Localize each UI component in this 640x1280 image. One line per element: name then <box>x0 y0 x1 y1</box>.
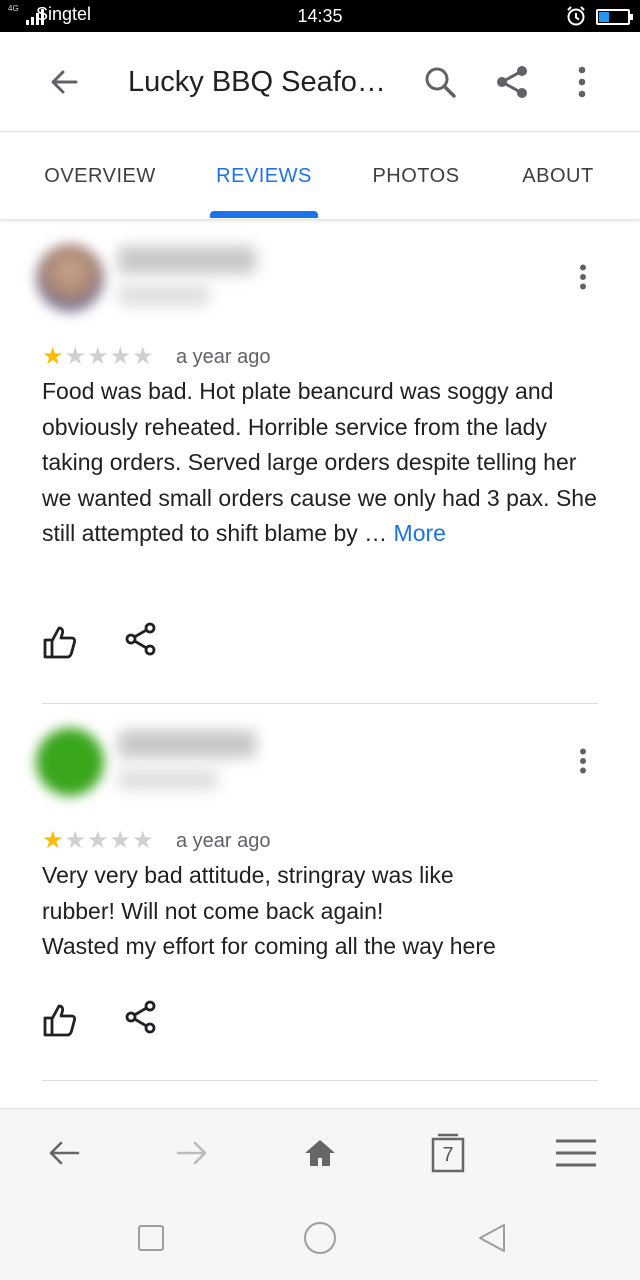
review-body: Food was bad. Hot plate beancurd was sog… <box>42 378 597 546</box>
more-vert-icon[interactable] <box>568 262 598 292</box>
back-arrow-icon[interactable] <box>42 60 86 104</box>
browser-toolbar: 7 <box>0 1108 640 1196</box>
star-icon: ★ <box>87 343 109 370</box>
star-icon: ★ <box>109 343 132 370</box>
more-vert-icon[interactable] <box>568 746 598 776</box>
tab-reviews[interactable]: REVIEWS <box>210 133 318 219</box>
status-time: 14:35 <box>297 6 343 26</box>
share-icon[interactable] <box>490 60 534 104</box>
reviewer-meta <box>118 768 218 790</box>
tab-count: 7 <box>442 1144 454 1166</box>
active-tab-indicator <box>210 211 318 218</box>
share-icon[interactable] <box>124 622 160 658</box>
thumbs-up-icon[interactable] <box>42 1002 78 1038</box>
app-bar: Lucky BBQ Seafo… <box>0 32 640 132</box>
tab-bar: OVERVIEW REVIEWS PHOTOS ABOUT <box>0 133 640 219</box>
reviewer-meta <box>118 284 210 306</box>
star-icon: ★ <box>64 343 87 370</box>
page-title: Lucky BBQ Seafo… <box>128 66 386 98</box>
star-icon: ★ <box>42 343 64 370</box>
tab-about[interactable]: ABOUT <box>508 133 608 219</box>
review-card: ★ ★ ★ ★ ★ a year ago Very very bad attitude,… <box>0 704 640 1082</box>
reviewer-name[interactable] <box>118 730 256 758</box>
review-time: a year ago <box>176 346 271 368</box>
star-icon: ★ <box>42 827 64 854</box>
star-icon: ★ <box>132 827 154 854</box>
avatar[interactable] <box>36 244 104 312</box>
back-arrow-icon[interactable] <box>42 1131 86 1175</box>
status-bar: 4G Singtel 14:35 <box>0 0 640 32</box>
battery-level <box>599 12 609 22</box>
more-vert-icon[interactable] <box>560 60 604 104</box>
menu-icon[interactable] <box>554 1131 598 1175</box>
divider <box>42 1080 598 1081</box>
battery-icon <box>596 9 633 25</box>
forward-arrow-icon[interactable] <box>170 1131 214 1175</box>
search-icon[interactable] <box>418 60 462 104</box>
star-rating: ★ ★ ★ ★ ★ <box>42 343 154 371</box>
thumbs-up-icon[interactable] <box>42 624 78 660</box>
star-icon: ★ <box>87 827 109 854</box>
star-rating: ★ ★ ★ ★ ★ <box>42 827 154 855</box>
share-icon[interactable] <box>124 1000 160 1036</box>
more-link[interactable]: More <box>394 520 446 546</box>
tab-overview[interactable]: OVERVIEW <box>30 133 170 219</box>
alarm-icon <box>565 5 587 27</box>
back-triangle-icon[interactable] <box>472 1218 512 1258</box>
review-card: ★ ★ ★ ★ ★ a year ago Food was bad. Hot plate… <box>0 220 640 704</box>
review-time: a year ago <box>176 830 271 852</box>
star-icon: ★ <box>132 343 154 370</box>
reviewer-name[interactable] <box>118 246 256 274</box>
review-text: Very very bad attitude, stringray was li… <box>42 862 496 959</box>
home-circle-icon[interactable] <box>300 1218 340 1258</box>
star-icon: ★ <box>109 827 132 854</box>
tab-photos[interactable]: PHOTOS <box>356 133 476 219</box>
recents-icon[interactable] <box>131 1218 171 1258</box>
avatar[interactable] <box>36 728 104 796</box>
star-icon: ★ <box>64 827 87 854</box>
home-icon[interactable] <box>298 1131 342 1175</box>
review-text: Food was bad. Hot plate beancurd was sog… <box>42 374 602 552</box>
system-nav-bar <box>0 1196 640 1280</box>
tabs-icon[interactable]: 7 <box>426 1131 470 1175</box>
